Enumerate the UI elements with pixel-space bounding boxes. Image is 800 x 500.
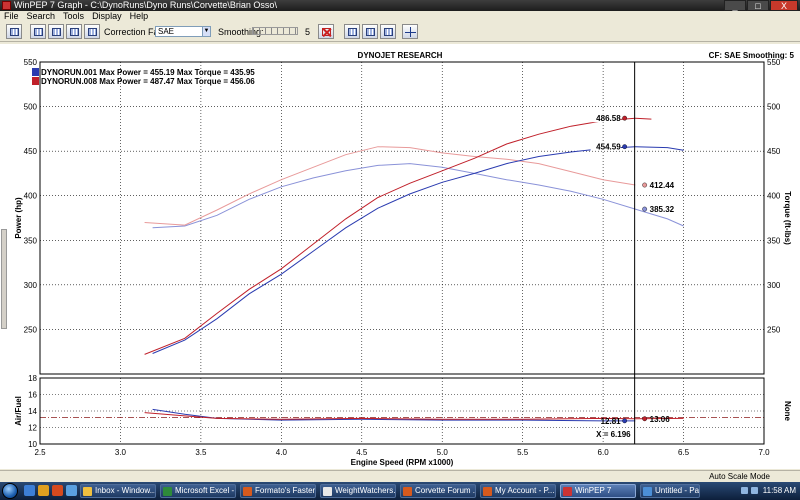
quicklaunch-browser-icon[interactable] <box>24 485 35 496</box>
app-icon <box>403 487 412 496</box>
taskbar: Inbox - Window... Microsoft Excel - ... Fo… <box>0 482 800 500</box>
y-left-tick-label: 350 <box>24 236 38 245</box>
y-right-axis-label: Torque (ft-lbs) <box>783 191 792 245</box>
status-bar: Auto Scale Mode <box>0 470 800 482</box>
y-left-tick-label: 500 <box>24 103 38 112</box>
y-right-tick-label: 450 <box>767 147 781 156</box>
taskbar-item[interactable]: Microsoft Excel - ... <box>160 484 236 498</box>
app-icon <box>323 487 332 496</box>
taskbar-item-label: Corvette Forum ... <box>415 486 476 495</box>
af-tick-label: 10 <box>28 440 37 449</box>
y-left-axis-label: Power (hp) <box>14 197 23 239</box>
y-right-tick-label: 550 <box>767 58 781 67</box>
marker-dot <box>622 115 628 121</box>
app-icon <box>483 487 492 496</box>
y-left-tick-label: 400 <box>24 192 38 201</box>
af-axis-label: Air/Fuel <box>14 396 23 426</box>
x-tick-label: 6.5 <box>678 448 690 457</box>
main-plot-frame <box>39 61 765 375</box>
x-tick-label: 4.5 <box>356 448 368 457</box>
taskbar-item[interactable]: Untitled - Paint <box>640 484 700 498</box>
taskbar-item[interactable]: My Account - P... <box>480 484 556 498</box>
y-right-tick-label: 350 <box>767 236 781 245</box>
x-tick-label: 7.0 <box>758 448 770 457</box>
marker-torque-008: 412.44 <box>650 181 675 190</box>
main-grid <box>40 62 764 374</box>
x-tick-label: 5.5 <box>517 448 529 457</box>
x-axis-label: Engine Speed (RPM x1000) <box>351 458 454 467</box>
ticks-layer: 2.5 3.0 3.5 4.0 4.5 5.0 5.5 6.0 6.5 7.0 250 300 350 4… <box>24 58 781 457</box>
power-curve <box>152 146 684 354</box>
y-right-tick-label: 500 <box>767 103 781 112</box>
app-icon <box>563 487 572 496</box>
taskbar-item[interactable]: Inbox - Window... <box>80 484 156 498</box>
marker-af-008: 13.06 <box>650 415 671 424</box>
marker-dot <box>642 416 648 422</box>
volume-icon <box>750 487 758 495</box>
app-icon <box>163 487 172 496</box>
y-right-tick-label: 250 <box>767 325 781 334</box>
taskbar-item-label: WeightWatchers... <box>335 486 396 495</box>
series-layer <box>144 115 684 424</box>
network-icon <box>740 487 748 495</box>
af-right-axis-label: None <box>783 401 792 422</box>
marker-torque-001: 385.32 <box>650 205 675 214</box>
taskbar-item-label: Inbox - Window... <box>95 486 156 495</box>
taskbar-item[interactable]: WinPEP 7 <box>560 484 636 498</box>
legend-entry-001: DYNORUN.001 Max Power = 455.19 Max Torqu… <box>41 68 255 77</box>
app-icon <box>643 487 652 496</box>
torque-curve <box>144 146 636 226</box>
taskbar-item[interactable]: Corvette Forum ... <box>400 484 476 498</box>
taskbar-item-label: Untitled - Paint <box>655 486 700 495</box>
marker-power-001: 454.59 <box>596 143 621 152</box>
app-icon <box>83 487 92 496</box>
taskbar-item-label: Formato's Faster... <box>255 486 316 495</box>
x-tick-label: 5.0 <box>437 448 449 457</box>
app-icon <box>243 487 252 496</box>
quicklaunch-firefox-icon[interactable] <box>52 485 63 496</box>
x-tick-label: 6.0 <box>598 448 610 457</box>
af-tick-label: 14 <box>28 407 37 416</box>
y-right-tick-label: 300 <box>767 281 781 290</box>
power-curve <box>144 117 652 355</box>
y-left-tick-label: 300 <box>24 281 38 290</box>
taskbar-item-label: WinPEP 7 <box>575 486 612 495</box>
taskbar-item[interactable]: Formato's Faster... <box>240 484 316 498</box>
quicklaunch-desktop-icon[interactable] <box>66 485 77 496</box>
y-left-tick-label: 250 <box>24 325 38 334</box>
marker-dot <box>642 206 648 212</box>
marker-power-008: 486.58 <box>596 114 621 123</box>
system-tray: 11:58 AM <box>700 482 800 500</box>
legend-entry-008: DYNORUN.008 Max Power = 487.47 Max Torqu… <box>41 77 255 86</box>
status-text: Auto Scale Mode <box>709 472 770 481</box>
cursor-readout: X = 6.196 <box>596 430 631 439</box>
af-tick-label: 16 <box>28 391 37 400</box>
marker-dot <box>622 418 628 424</box>
af-tick-label: 12 <box>28 424 37 433</box>
marker-dot <box>642 182 648 188</box>
taskbar-item[interactable]: WeightWatchers... <box>320 484 396 498</box>
clock: 11:58 AM <box>762 486 796 495</box>
marker-af-001: 12.81 <box>601 417 622 426</box>
taskbar-item-label: Microsoft Excel - ... <box>175 486 235 495</box>
marker-dot <box>622 144 628 150</box>
x-tick-label: 3.0 <box>115 448 127 457</box>
af-tick-label: 18 <box>28 374 37 383</box>
taskbar-item-label: My Account - P... <box>495 486 555 495</box>
af-grid <box>40 378 764 444</box>
quicklaunch-folder-icon[interactable] <box>38 485 49 496</box>
legend-swatch-001 <box>32 68 39 76</box>
y-right-tick-label: 400 <box>767 192 781 201</box>
start-button[interactable] <box>2 483 18 499</box>
x-tick-label: 2.5 <box>34 448 46 457</box>
x-tick-label: 3.5 <box>195 448 207 457</box>
legend-swatch-008 <box>32 77 39 85</box>
y-left-tick-label: 450 <box>24 147 38 156</box>
x-tick-label: 4.0 <box>276 448 288 457</box>
y-left-tick-label: 550 <box>24 58 38 67</box>
dyno-chart[interactable]: 2.5 3.0 3.5 4.0 4.5 5.0 5.5 6.0 6.5 7.0 250 300 350 4… <box>0 0 800 500</box>
